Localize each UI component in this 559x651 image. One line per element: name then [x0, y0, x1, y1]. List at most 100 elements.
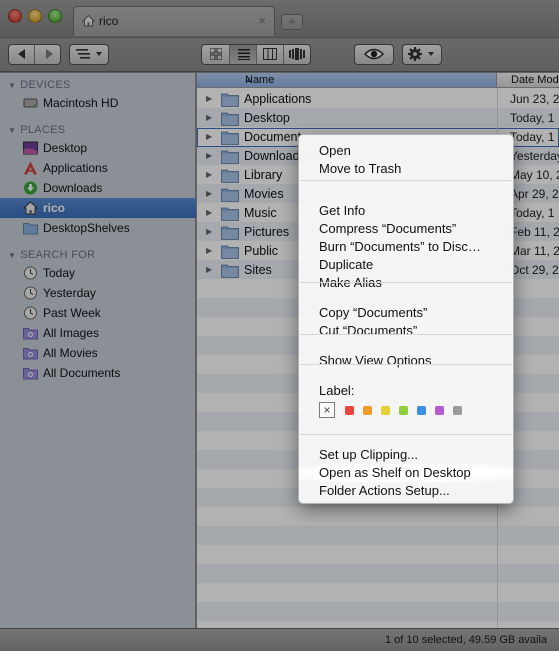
disclosure-down-icon: ▼ — [8, 126, 17, 135]
list-view-button[interactable] — [230, 45, 257, 64]
menu-item-open[interactable]: Open — [299, 142, 513, 160]
clock-icon — [24, 286, 37, 300]
folder-icon — [221, 245, 239, 259]
new-tab-button[interactable]: + — [281, 14, 303, 30]
file-name: Desktop — [244, 111, 290, 125]
menu-item-show-view-options[interactable]: Show View Options — [299, 352, 513, 370]
action-menu-button[interactable] — [402, 44, 442, 65]
menu-item-open-as-shelf-on-desktop[interactable]: Open as Shelf on Desktop — [299, 464, 513, 482]
column-view-button[interactable] — [257, 45, 284, 64]
menu-item-move-to-trash[interactable]: Move to Trash — [299, 160, 513, 178]
sidebar: ▼ DEVICES Macintosh HD ▼ PLACES Desktop Ap… — [0, 73, 196, 628]
menu-item-folder-actions-setup[interactable]: Folder Actions Setup... — [299, 482, 513, 500]
arrange-button[interactable] — [69, 44, 109, 65]
label-none-button[interactable]: × — [319, 402, 335, 418]
menu-item-make-alias[interactable]: Make Alias — [299, 274, 513, 292]
file-name: Public — [244, 244, 279, 258]
clock-icon — [24, 266, 37, 280]
list-row-desktop[interactable]: ▶ Desktop Today, 1 — [197, 109, 559, 128]
sidebar-item-past-week[interactable]: Past Week — [0, 303, 196, 323]
sidebar-heading-devices[interactable]: ▼ DEVICES — [8, 79, 71, 91]
menu-item-get-info[interactable]: Get Info — [299, 202, 513, 220]
label-color-row: × — [319, 402, 469, 418]
folder-icon — [221, 93, 239, 107]
column-header: Name ▲ Date Mod — [197, 73, 559, 88]
file-date: Today, 1 — [510, 206, 555, 220]
label-color-swatch[interactable] — [417, 406, 426, 415]
file-date: Mar 11, 2 — [510, 244, 559, 258]
label-color-swatch[interactable] — [453, 406, 462, 415]
disclosure-right-icon[interactable]: ▶ — [206, 208, 212, 217]
folder-icon — [221, 207, 239, 221]
sidebar-item-applications[interactable]: Applications — [0, 158, 196, 178]
home-icon — [82, 14, 95, 27]
sidebar-item-downloads[interactable]: Downloads — [0, 178, 196, 198]
file-date: Today, 1 — [510, 111, 555, 125]
minimize-window-button[interactable] — [28, 9, 42, 23]
toolbar — [0, 38, 559, 72]
tab-close-icon[interactable]: × — [258, 13, 266, 28]
disclosure-right-icon[interactable]: ▶ — [206, 246, 212, 255]
menu-separator — [300, 334, 512, 335]
menu-item-burn-documents-to-disc[interactable]: Burn “Documents” to Disc… — [299, 238, 513, 256]
date-column-header[interactable]: Date Mod — [511, 74, 559, 86]
sidebar-item-desktop[interactable]: Desktop — [0, 138, 196, 158]
label-color-swatch[interactable] — [381, 406, 390, 415]
disclosure-right-icon[interactable]: ▶ — [206, 227, 212, 236]
menu-item-set-up-clipping[interactable]: Set up Clipping... — [299, 446, 513, 464]
zoom-window-button[interactable] — [48, 9, 62, 23]
tab-title: rico — [99, 14, 119, 28]
sidebar-item-yesterday[interactable]: Yesterday — [0, 283, 196, 303]
disclosure-right-icon[interactable]: ▶ — [206, 113, 212, 122]
menu-separator — [300, 364, 512, 365]
label-color-swatch[interactable] — [435, 406, 444, 415]
close-window-button[interactable] — [8, 9, 22, 23]
sidebar-item-all-movies[interactable]: All Movies — [0, 343, 196, 363]
folder-icon — [221, 226, 239, 240]
menu-item-duplicate[interactable]: Duplicate — [299, 256, 513, 274]
sidebar-item-rico[interactable]: rico — [0, 198, 196, 218]
sidebar-heading-places[interactable]: ▼ PLACES — [8, 124, 65, 136]
disclosure-down-icon: ▼ — [8, 81, 17, 90]
disclosure-right-icon[interactable]: ▶ — [206, 170, 212, 179]
quick-look-button[interactable] — [354, 44, 394, 65]
file-date: Jun 23, 2 — [510, 92, 559, 106]
file-name: Sites — [244, 263, 272, 277]
sidebar-item-macintosh-hd[interactable]: Macintosh HD — [0, 93, 196, 113]
disclosure-right-icon[interactable]: ▶ — [206, 189, 212, 198]
sidebar-item-all-documents[interactable]: All Documents — [0, 363, 196, 383]
sidebar-item-desktopshelves[interactable]: DesktopShelves — [0, 218, 196, 238]
back-button[interactable] — [9, 45, 35, 64]
icon-view-button[interactable] — [202, 45, 230, 64]
file-date: Yesterday — [510, 149, 559, 163]
menu-item-cut-documents[interactable]: Cut “Documents” — [299, 322, 513, 340]
context-menu: Label: × Open Move to Trash Get Info Compre… — [298, 134, 514, 504]
sidebar-heading-search-for[interactable]: ▼ SEARCH FOR — [8, 249, 95, 261]
list-row-applications[interactable]: ▶ Applications Jun 23, 2 — [197, 90, 559, 109]
forward-button[interactable] — [35, 45, 61, 64]
coverflow-view-button[interactable] — [284, 45, 311, 64]
folder-icon — [221, 150, 239, 164]
disclosure-right-icon[interactable]: ▶ — [206, 265, 212, 274]
label-color-swatch[interactable] — [399, 406, 408, 415]
label-color-swatch[interactable] — [363, 406, 372, 415]
sidebar-item-all-images[interactable]: All Images — [0, 323, 196, 343]
disclosure-right-icon[interactable]: ▶ — [206, 151, 212, 160]
sidebar-item-today[interactable]: Today — [0, 263, 196, 283]
name-column-header[interactable]: Name ▲ — [197, 73, 497, 87]
status-text: 1 of 10 selected, 49.59 GB availa — [385, 634, 548, 646]
file-date: May 10, 2 — [510, 168, 559, 182]
tab-rico[interactable]: rico × — [73, 6, 275, 36]
menu-item-compress-documents[interactable]: Compress “Documents” — [299, 220, 513, 238]
arrange-menu-icon — [76, 49, 102, 59]
clock-icon — [24, 306, 37, 320]
file-name: Music — [244, 206, 277, 220]
folder-icon — [23, 223, 38, 235]
disclosure-right-icon[interactable]: ▶ — [206, 94, 212, 103]
home-icon — [23, 201, 38, 215]
desktop-icon — [23, 141, 38, 155]
menu-item-copy-documents[interactable]: Copy “Documents” — [299, 304, 513, 322]
label-color-swatch[interactable] — [345, 406, 354, 415]
folder-icon — [221, 169, 239, 183]
disclosure-right-icon[interactable]: ▶ — [206, 132, 212, 141]
